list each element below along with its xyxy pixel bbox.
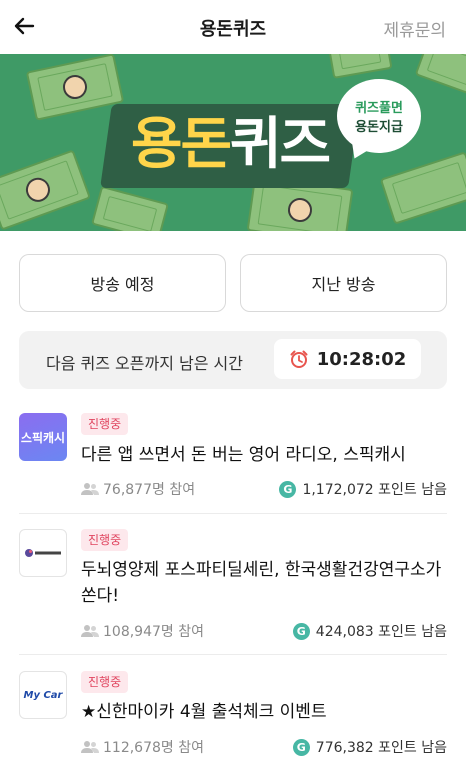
quiz-title: 다른 앱 쓰면서 돈 버는 영어 라디오, 스픽캐시 <box>81 445 406 465</box>
money-bill-decoration <box>414 54 466 99</box>
quiz-list-item[interactable]: 스픽캐시 진행중 다른 앱 쓰면서 돈 버는 영어 라디오, 스픽캐시 76,8… <box>0 410 466 513</box>
money-bill-decoration <box>327 54 393 79</box>
money-bill-decoration <box>91 185 169 231</box>
status-badge: 진행중 <box>81 529 129 551</box>
point-g-icon: G <box>279 480 297 498</box>
logo-part-yellow: 용돈 <box>130 112 232 177</box>
quiz-list-item[interactable]: 진행중 두뇌영양제 포스파티딜세린, 한국생활건강연구소가 쏜다! 108,94… <box>0 526 466 654</box>
participants-text: 108,947명 참여 <box>103 624 204 640</box>
divider <box>19 513 447 514</box>
money-bill-decoration <box>0 149 92 231</box>
status-badge: 진행중 <box>81 671 129 693</box>
timer-label: 다음 퀴즈 오픈까지 남은 시간 <box>46 354 243 373</box>
shinhan-mycar-thumbnail: My Car <box>19 671 67 719</box>
points-remaining: G 1,172,072 포인트 남음 <box>279 479 447 499</box>
points-text: 424,083 포인트 남음 <box>315 624 447 640</box>
quiz-list-item[interactable]: My Car 진행중 ★신한마이카 4월 출석체크 이벤트 112,678명 참… <box>0 668 466 771</box>
health-lab-logo-icon <box>25 549 61 557</box>
timer-chip: 10:28:02 <box>274 339 421 379</box>
quiz-logo: 용돈퀴즈 <box>106 109 354 181</box>
participants-count: 112,678명 참여 <box>81 737 204 757</box>
logo-part-white: 퀴즈 <box>230 112 331 177</box>
divider <box>19 654 447 655</box>
quiz-title: ★신한마이카 4월 출석체크 이벤트 <box>81 702 327 722</box>
money-bill-decoration <box>379 151 466 225</box>
points-remaining: G 776,382 포인트 남음 <box>292 737 447 757</box>
mycar-logo-text: My Car <box>23 689 63 701</box>
alarm-clock-icon <box>290 350 308 368</box>
participants-count: 108,947명 참여 <box>81 621 204 641</box>
past-broadcast-button[interactable]: 지난 방송 <box>240 254 447 312</box>
point-g-icon: G <box>292 622 310 640</box>
upcoming-broadcast-button[interactable]: 방송 예정 <box>19 254 226 312</box>
points-text: 1,172,072 포인트 남음 <box>302 482 447 498</box>
quiz-title: 두뇌영양제 포스파티딜세린, 한국생활건강연구소가 쏜다! <box>81 560 442 606</box>
participants-text: 112,678명 참여 <box>103 740 204 756</box>
partner-inquiry-link[interactable]: 제휴문의 <box>383 16 446 41</box>
speakcash-thumbnail: 스픽캐시 <box>19 413 67 461</box>
speech-bubble: 퀴즈풀면 용돈지급 <box>337 79 421 153</box>
app-header: 용돈퀴즈 제휴문의 <box>0 0 466 54</box>
status-badge: 진행중 <box>81 413 129 435</box>
people-icon <box>81 483 99 495</box>
participants-text: 76,877명 참여 <box>103 482 196 498</box>
participants-count: 76,877명 참여 <box>81 479 195 499</box>
points-text: 776,382 포인트 남음 <box>315 740 447 756</box>
people-icon <box>81 625 99 637</box>
point-g-icon: G <box>292 738 310 756</box>
points-remaining: G 424,083 포인트 남음 <box>292 621 447 641</box>
quiz-banner[interactable]: 용돈퀴즈 퀴즈풀면 용돈지급 <box>0 54 466 231</box>
timer-value: 10:28:02 <box>316 348 407 370</box>
bubble-line-1: 퀴즈풀면 <box>355 101 403 116</box>
next-quiz-timer-bar: 다음 퀴즈 오픈까지 남은 시간 10:28:02 <box>19 331 447 389</box>
korea-health-lab-thumbnail <box>19 529 67 577</box>
bubble-line-2: 용돈지급 <box>355 120 403 135</box>
people-icon <box>81 741 99 753</box>
